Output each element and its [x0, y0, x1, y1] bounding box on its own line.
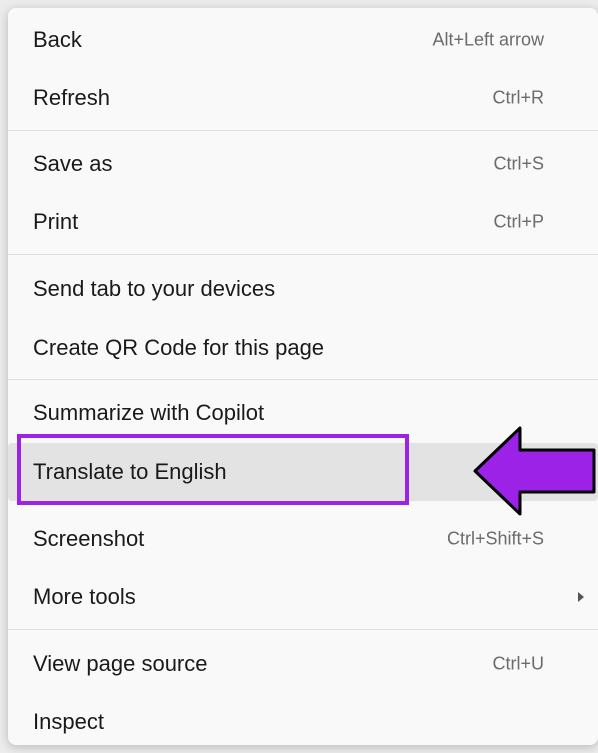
menu-item-label: Back	[33, 27, 82, 52]
menu-separator	[8, 629, 598, 630]
menu-item-shortcut: Alt+Left arrow	[432, 29, 544, 50]
menu-item-inspect[interactable]: Inspect	[8, 693, 598, 751]
menu-separator	[8, 130, 598, 131]
menu-item-more-tools[interactable]: More tools	[8, 568, 598, 626]
menu-item-label: View page source	[33, 651, 208, 676]
menu-item-refresh[interactable]: Refresh Ctrl+R	[8, 69, 598, 127]
menu-item-shortcut: Ctrl+U	[492, 653, 544, 674]
menu-item-shortcut: Ctrl+P	[493, 211, 544, 232]
context-menu: Back Alt+Left arrow Refresh Ctrl+R Save …	[8, 8, 598, 745]
menu-item-label: Print	[33, 209, 79, 234]
menu-item-label: Inspect	[33, 709, 104, 734]
menu-item-label: Create QR Code for this page	[33, 335, 325, 360]
menu-item-summarize-copilot[interactable]: Summarize with Copilot	[8, 384, 598, 442]
menu-separator	[8, 254, 598, 255]
menu-item-label: Summarize with Copilot	[33, 400, 265, 425]
menu-item-send-tab[interactable]: Send tab to your devices	[8, 260, 598, 318]
menu-item-print[interactable]: Print Ctrl+P	[8, 193, 598, 251]
menu-item-screenshot[interactable]: Screenshot Ctrl+Shift+S	[8, 510, 598, 568]
menu-item-translate[interactable]: Translate to English	[8, 443, 598, 501]
menu-separator	[8, 379, 598, 380]
menu-item-shortcut: Ctrl+S	[493, 153, 544, 174]
menu-item-label: Screenshot	[33, 526, 145, 551]
menu-item-label: Refresh	[33, 85, 111, 110]
menu-item-shortcut: Ctrl+Shift+S	[446, 528, 544, 549]
menu-item-label: Send tab to your devices	[33, 276, 276, 301]
menu-item-create-qr-code[interactable]: Create QR Code for this page	[8, 319, 598, 377]
menu-item-label: Translate to English	[33, 459, 227, 484]
menu-item-label: More tools	[33, 584, 136, 609]
menu-item-view-source[interactable]: View page source Ctrl+U	[8, 635, 598, 693]
menu-item-save-as[interactable]: Save as Ctrl+S	[8, 135, 598, 193]
menu-item-label: Save as	[33, 151, 113, 176]
chevron-right-icon	[578, 592, 584, 602]
menu-item-shortcut: Ctrl+R	[492, 87, 544, 108]
menu-item-back[interactable]: Back Alt+Left arrow	[8, 11, 598, 69]
